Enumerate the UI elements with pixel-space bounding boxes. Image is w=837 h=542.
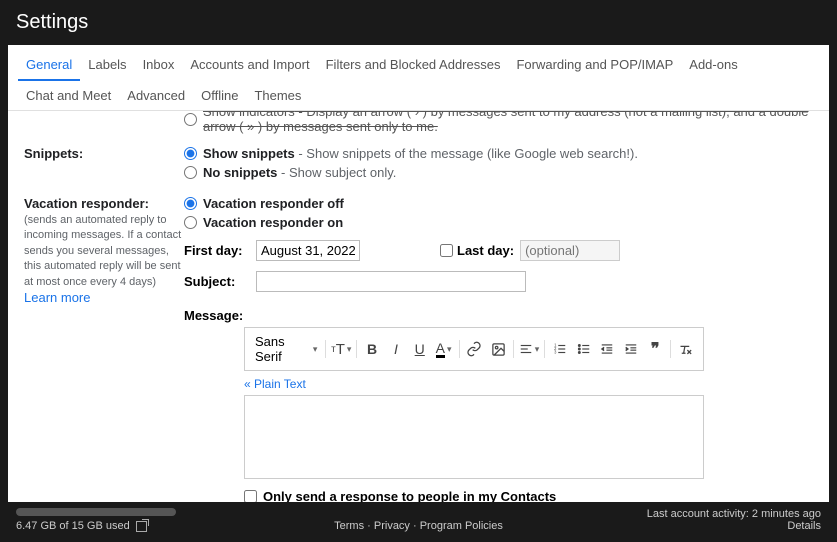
numbered-list-button[interactable]: 123 (549, 337, 571, 361)
page-title: Settings (0, 0, 837, 45)
indent-less-button[interactable] (597, 337, 619, 361)
font-size-button[interactable]: тT▾ (330, 337, 352, 361)
subject-input[interactable] (256, 271, 526, 292)
quote-button[interactable]: ❞ (644, 337, 666, 361)
last-day-checkbox[interactable] (440, 244, 453, 257)
tab-advanced[interactable]: Advanced (119, 81, 193, 110)
vacation-label: Vacation responder: (24, 196, 184, 211)
italic-button[interactable]: I (385, 337, 407, 361)
no-snippets-radio[interactable] (184, 166, 197, 179)
contacts-only-label: Only send a response to people in my Con… (263, 489, 556, 502)
vacation-on-radio[interactable] (184, 216, 197, 229)
vacation-desc: (sends an automated reply to incoming me… (24, 213, 184, 290)
tab-general[interactable]: General (18, 50, 80, 81)
footer: 6.47 GB of 15 GB used Terms · Privacy · … (0, 502, 837, 542)
underline-button[interactable]: U (409, 337, 431, 361)
last-day-label: Last day: (457, 243, 514, 258)
tab-themes[interactable]: Themes (246, 81, 309, 110)
format-toolbar: Sans Serif▾ тT▾ B I U A▾ (244, 327, 704, 371)
remove-format-button[interactable] (675, 337, 697, 361)
details-link[interactable]: Details (787, 520, 821, 532)
tab-inbox[interactable]: Inbox (135, 50, 183, 81)
subject-label: Subject: (184, 274, 252, 289)
vacation-off-radio[interactable] (184, 197, 197, 210)
snippets-label: Snippets: (24, 146, 184, 161)
settings-tabs: General Labels Inbox Accounts and Import… (8, 45, 829, 111)
tab-forwarding[interactable]: Forwarding and POP/IMAP (508, 50, 681, 81)
tab-filters[interactable]: Filters and Blocked Addresses (318, 50, 509, 81)
align-button[interactable]: ▾ (518, 337, 540, 361)
activity-text: Last account activity: 2 minutes ago (647, 508, 821, 520)
tab-accounts[interactable]: Accounts and Import (182, 50, 317, 81)
vacation-learn-more-link[interactable]: Learn more (24, 290, 184, 305)
bullet-list-button[interactable] (573, 337, 595, 361)
indent-more-button[interactable] (620, 337, 642, 361)
image-button[interactable] (487, 337, 509, 361)
svg-text:3: 3 (554, 350, 557, 355)
tab-offline[interactable]: Offline (193, 81, 246, 110)
external-link-icon[interactable] (136, 521, 147, 532)
privacy-link[interactable]: Privacy (374, 520, 410, 532)
bold-button[interactable]: B (361, 337, 383, 361)
last-day-input[interactable] (520, 240, 620, 261)
policies-link[interactable]: Program Policies (420, 520, 503, 532)
message-editor[interactable] (244, 395, 704, 479)
storage-text: 6.47 GB of 15 GB used (16, 520, 130, 532)
text-color-button[interactable]: A▾ (433, 337, 455, 361)
plain-text-link[interactable]: « Plain Text (244, 377, 813, 391)
indicators-cutoff-row: Show indicators - Display an arrow ( › )… (184, 111, 813, 134)
show-indicators-radio[interactable] (184, 113, 197, 126)
link-button[interactable] (463, 337, 485, 361)
tab-addons[interactable]: Add-ons (681, 50, 745, 81)
terms-link[interactable]: Terms (334, 520, 364, 532)
first-day-label: First day: (184, 243, 252, 258)
horizontal-scrollbar[interactable] (16, 508, 176, 516)
font-family-select[interactable]: Sans Serif▾ (251, 332, 321, 366)
tab-labels[interactable]: Labels (80, 50, 134, 81)
show-snippets-radio[interactable] (184, 147, 197, 160)
message-label: Message: (184, 308, 252, 323)
contacts-only-checkbox[interactable] (244, 490, 257, 502)
first-day-input[interactable] (256, 240, 360, 261)
tab-chat[interactable]: Chat and Meet (18, 81, 119, 110)
